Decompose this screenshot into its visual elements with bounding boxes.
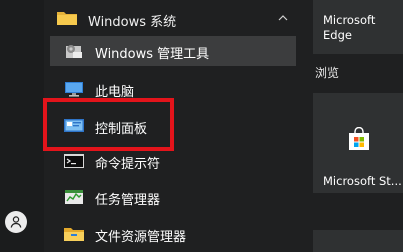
tile-label-line1: Microsoft [323, 13, 376, 27]
item-label: 控制面板 [95, 122, 148, 137]
app-list: Windows 系统 Windows 管理工具 此电脑 控制面板 命令提示符 任… [50, 0, 296, 252]
item-label: 此电脑 [95, 85, 135, 100]
tiles-area: Microsoft Edge Microsoft St... [313, 0, 403, 252]
group-windows-system[interactable]: Windows 系统 [50, 6, 296, 32]
command-prompt-icon [64, 154, 84, 168]
left-rail [0, 0, 44, 252]
list-item-this-pc[interactable]: 此电脑 [50, 74, 296, 104]
group-label: Windows 系统 [88, 15, 177, 30]
file-explorer-icon [64, 228, 84, 241]
item-label: 任务管理器 [95, 193, 161, 208]
user-icon [10, 216, 22, 228]
user-avatar[interactable] [5, 211, 27, 233]
tile-label-line2: Edge [323, 28, 352, 42]
store-icon [349, 127, 369, 150]
list-item-file-explorer[interactable]: 文件资源管理器 [50, 219, 296, 249]
tile-label: Microsoft St... [323, 174, 402, 188]
control-panel-icon [64, 119, 84, 132]
tile-microsoft-edge[interactable]: Microsoft Edge [313, 0, 403, 54]
list-item-admin-tools[interactable]: Windows 管理工具 [50, 36, 296, 66]
tile-microsoft-store[interactable]: Microsoft St... [313, 93, 403, 193]
section-title-browse: 浏览 [315, 66, 340, 80]
item-label: 命令提示符 [95, 157, 161, 172]
list-item-control-panel[interactable]: 控制面板 [50, 111, 296, 141]
chevron-up-icon[interactable] [278, 15, 288, 21]
admin-tools-icon [66, 45, 82, 58]
list-item-task-manager[interactable]: 任务管理器 [50, 182, 296, 212]
list-item-command-prompt[interactable]: 命令提示符 [50, 146, 296, 176]
folder-icon [57, 12, 77, 25]
this-pc-icon [65, 82, 83, 97]
item-label: Windows 管理工具 [95, 47, 210, 62]
item-label: 文件资源管理器 [95, 230, 187, 245]
task-manager-icon [65, 190, 83, 204]
tile-partial[interactable] [313, 230, 403, 252]
